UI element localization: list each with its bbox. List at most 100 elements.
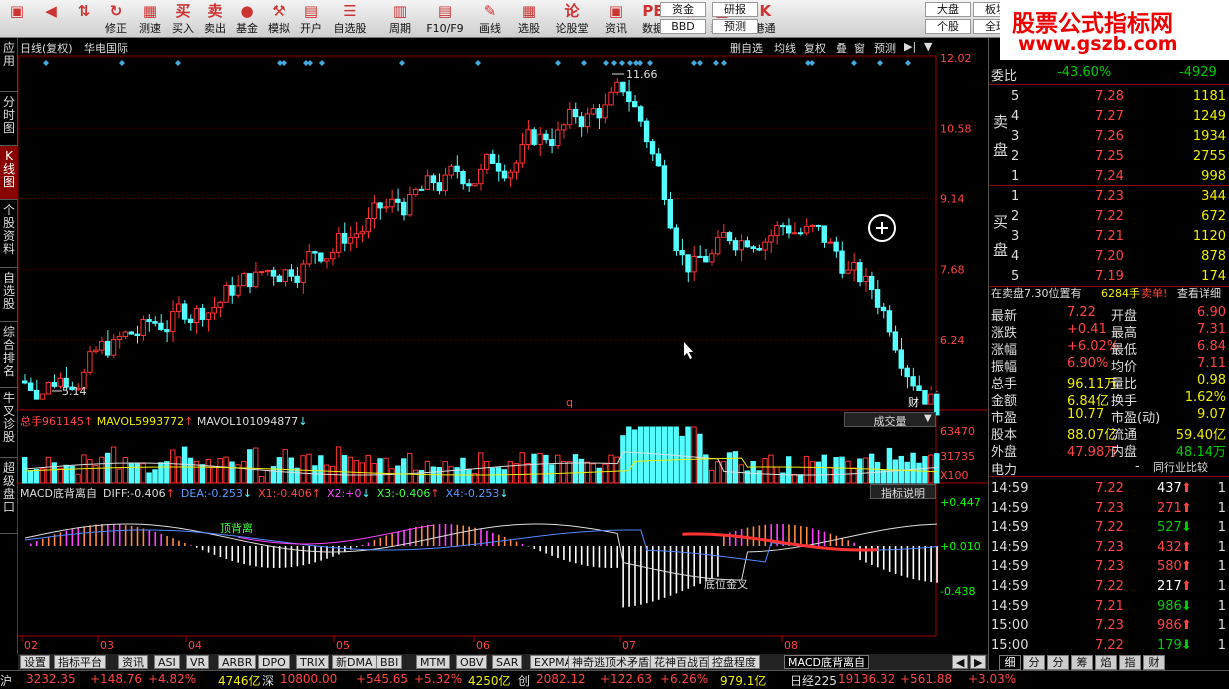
left-nav-6[interactable]: 牛叉诊股 [0,388,18,458]
indicator-tab-8[interactable]: 新DMA [332,655,377,669]
toolbar-small-button[interactable]: 个股 [925,19,971,34]
toolbar-button-16[interactable]: ▣ 资讯 [598,0,634,38]
indicator-tab-0[interactable]: 设置 [20,655,50,669]
candle [110,333,117,358]
price-tick-label: 6.24 [940,334,965,347]
toolbar-button-8[interactable]: ⚒ 模拟 [264,0,294,38]
toolbar-button-9[interactable]: ▤ 开户 [296,0,326,38]
panel-tab-0[interactable]: 细 [999,655,1021,670]
candle [566,101,573,129]
indicator-tab-9[interactable]: BBI [376,655,403,669]
candle-body [821,225,827,243]
indicator-tab-4[interactable]: VR [186,655,210,669]
indicator-tab-11[interactable]: OBV [456,655,488,669]
chart-button-4[interactable]: 窗 [854,40,865,56]
industry-compare-button[interactable]: 同行业比较 [1153,459,1208,475]
indicator-tab-3[interactable]: ASI [154,655,180,669]
volume-bar [22,456,28,484]
signal-diamond [691,60,697,66]
toolbar-small-button[interactable]: BBD [660,19,706,34]
candle [448,164,454,180]
toolbar-label: 自选股 [333,22,367,35]
toolbar-small-button[interactable]: 资金 [660,2,706,17]
candle-body [501,170,508,179]
volume-bar [288,457,294,484]
toolbar-button-3[interactable]: ↻ 修正 [100,0,132,38]
candle [264,269,271,276]
toolbar-button-7[interactable]: ● 基金 [232,0,262,38]
toolbar-button-6[interactable]: 卖卖出 [200,0,230,38]
notice-link[interactable]: 查看详细 [1177,285,1221,301]
toolbar-button-5[interactable]: 买买入 [168,0,198,38]
indicator-tab-17[interactable]: MACD底背离自 [784,655,869,669]
toolbar-button-11[interactable]: ▥ 周期 [380,0,420,38]
macd-tick-label: +0.010 [940,540,981,553]
candle [276,274,283,283]
panel-tab-2[interactable]: 分 [1047,655,1069,670]
left-nav-2[interactable]: K线图 [0,146,18,200]
indicator-tab-10[interactable]: MTM [416,655,450,669]
left-nav-5[interactable]: 综合排名 [0,322,18,388]
chart-button-2[interactable]: 复权 [804,40,826,56]
chart-button-0[interactable]: 删自选 [730,40,763,56]
toolbar-button-14[interactable]: ▦ 选股 [510,0,548,38]
macd-tick-label: +0.447 [940,496,981,509]
candle [786,218,792,239]
tab-scroll-left-icon[interactable]: ◀ [952,655,969,669]
indicator-tab-6[interactable]: DPO [258,655,290,669]
toolbar-button-2[interactable]: ⇅ [70,0,98,38]
toolbar-small-button[interactable]: 预测 [712,19,758,34]
toolbar-button-0[interactable]: ▣ [2,0,32,38]
panel-tab-5[interactable]: 指 [1119,655,1141,670]
toolbar-button-4[interactable]: ▦ 测速 [134,0,166,38]
volume-indicator-button[interactable]: 成交量 [844,412,936,428]
indicator-tab-12[interactable]: SAR [492,655,523,669]
indicator-tab-5[interactable]: ARBR [218,655,257,669]
panel-tab-4[interactable]: 焰 [1095,655,1117,670]
volume: 672 [1201,209,1226,224]
indicator-tab-1[interactable]: 指标平台 [54,655,106,669]
panel-tab-6[interactable]: 财 [1143,655,1165,670]
toolbar-button-12[interactable]: ▤ F10/F9 [420,0,470,38]
chart-button-1[interactable]: 均线 [774,40,796,56]
left-nav-4[interactable]: 自选股 [0,268,18,322]
menu-chevron-icon[interactable]: ▼ [924,40,932,53]
chart-button-5[interactable]: 预测 [874,40,896,56]
panel-tab-1[interactable]: 分 [1023,655,1045,670]
volume-menu-chevron-icon[interactable]: ▼ [924,413,932,424]
toolbar-button-13[interactable]: ✎ 画线 [470,0,510,38]
indicator-tab-16[interactable]: 控盘程度 [708,655,760,669]
left-nav-0[interactable]: 应用 [0,38,18,92]
toolbar-button-10[interactable]: ☰ 自选股 [330,0,370,38]
left-nav-1[interactable]: 分时图 [0,92,18,146]
quote-panel: 委比 -43.60% -4929 卖盘 买盘 5 7.28 1181 4 7.27 1249 3 7.2… [988,38,1229,670]
chart-button-3[interactable]: 叠 [836,40,847,56]
left-nav-3[interactable]: 个股资料 [0,200,18,268]
tab-scroll-right-icon[interactable]: ▶ [970,655,987,669]
status-item: +561.88 [900,672,953,686]
status-item: 创 [518,674,531,688]
volume: 344 [1201,189,1226,204]
big-order-notice: 在卖盘7.30位置有 6284手 卖单! 查看详细 [989,282,1229,302]
candle [140,315,146,341]
indicator-tab-7[interactable]: TRIX [296,655,330,669]
toolbar-button-15[interactable]: 论论股堂 [548,0,596,38]
candle-body [555,129,561,147]
candle-body [507,171,514,179]
expand-icon[interactable]: ▶| [904,40,916,53]
candle-body [732,240,739,251]
kline-chart[interactable]: 12.02 10.58 9.14 7.68 6.24 11.66 5.14 财 q 63470 31… [18,38,988,654]
toolbar-label: 资讯 [605,22,627,35]
indicator-tab-2[interactable]: 资讯 [118,655,148,669]
toolbar-button-1[interactable]: ◀ [36,0,66,38]
left-nav-7[interactable]: 超级盘口 [0,458,18,534]
panel-tab-3[interactable]: 筹 [1071,655,1093,670]
volume-bar [335,446,342,484]
candle [93,346,99,354]
toolbar-small-button[interactable]: 大盘 [925,2,971,17]
indicator-help-button[interactable]: 指标说明 [870,484,936,500]
toolbar-small-button[interactable]: 研报 [712,2,758,17]
candle-body [833,241,839,252]
candle [175,296,182,319]
tick-volume: 986 [1157,618,1182,634]
